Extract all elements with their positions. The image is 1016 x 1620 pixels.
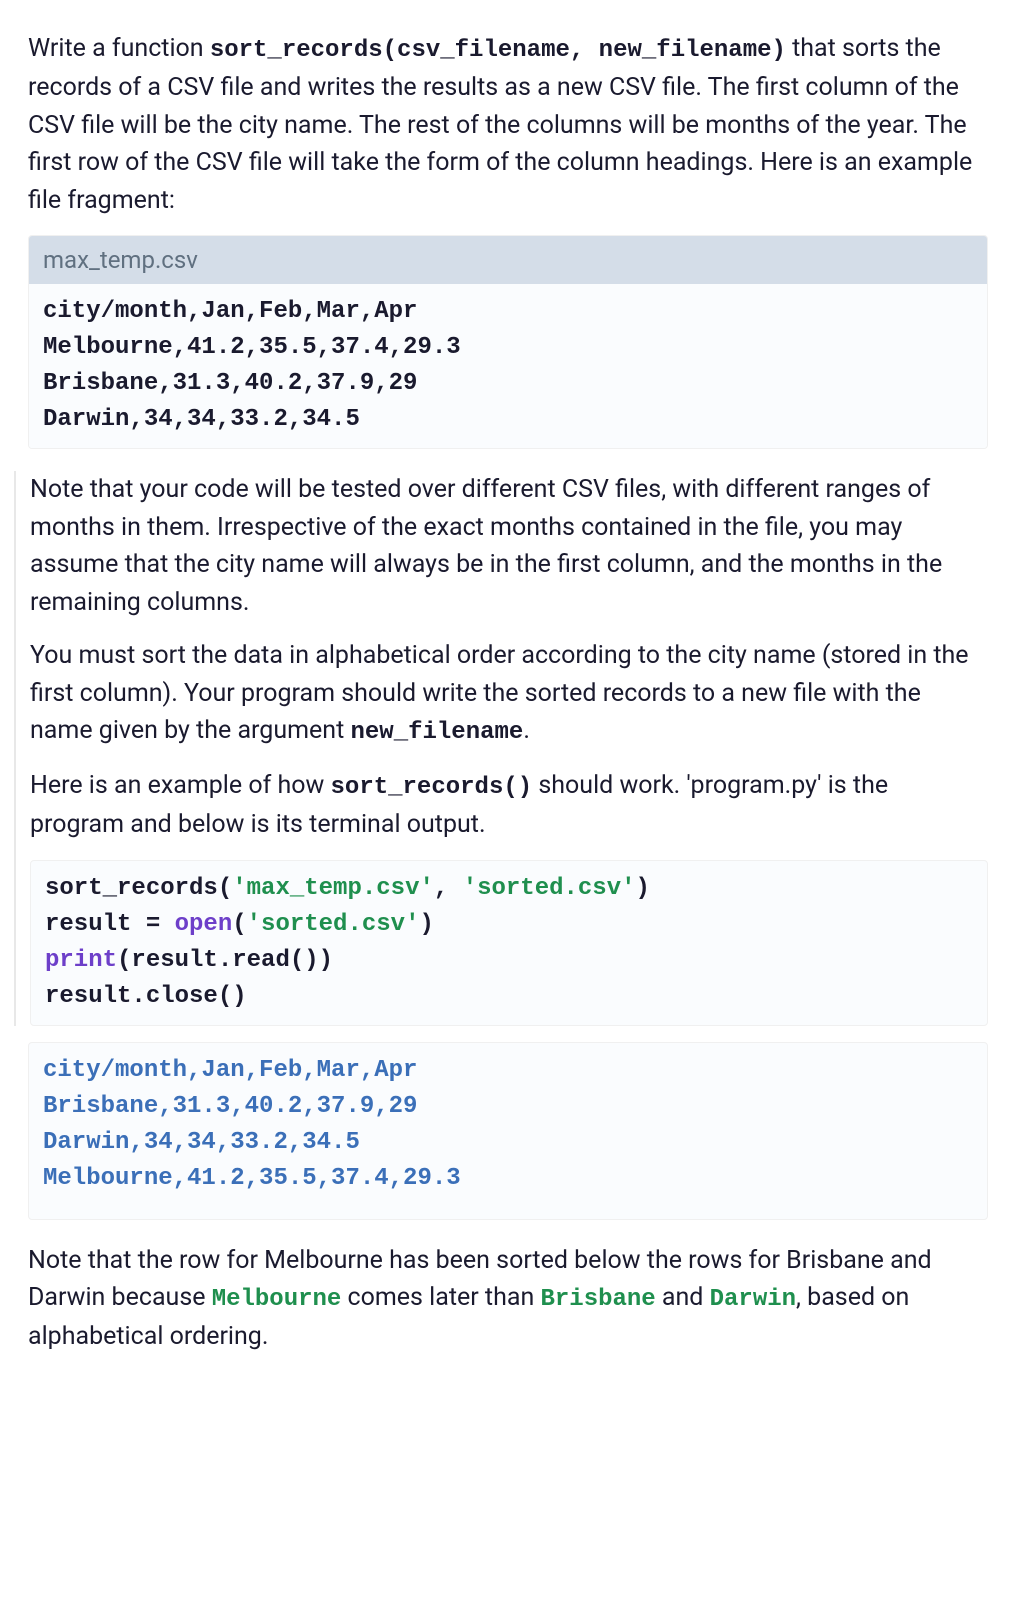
example-csv-filename: max_temp.csv <box>29 236 987 284</box>
code-line1-pre: sort_records( <box>45 875 232 902</box>
code-line2-pre: result = <box>45 911 175 938</box>
code-line1-arg1: 'max_temp.csv' <box>232 875 434 902</box>
city-darwin: Darwin <box>710 1286 796 1313</box>
conclusion-mid1: comes later than <box>341 1283 540 1312</box>
terminal-output-block: city/month,Jan,Feb,Mar,Apr Brisbane,31.3… <box>28 1042 988 1220</box>
intro-paragraph: Write a function sort_records(csv_filena… <box>28 30 988 219</box>
city-melbourne: Melbourne <box>212 1286 342 1313</box>
sort-text-post: . <box>523 716 530 745</box>
city-brisbane: Brisbane <box>540 1286 655 1313</box>
note-paragraph: Note that your code will be tested over … <box>30 471 988 621</box>
code-line2-arg: 'sorted.csv' <box>247 911 420 938</box>
code-line1-mid: , <box>434 875 463 902</box>
code-line4: result.close() <box>45 983 247 1010</box>
conclusion-mid2: and <box>656 1283 710 1312</box>
function-signature: sort_records(csv_filename, new_filename) <box>210 37 786 64</box>
code-line2-open: ( <box>232 911 246 938</box>
example-intro-paragraph: Here is an example of how sort_records()… <box>30 767 988 844</box>
code-line3-post: (result.read()) <box>117 947 333 974</box>
code-line2-fn: open <box>175 911 233 938</box>
code-line1-arg2: 'sorted.csv' <box>463 875 636 902</box>
example-intro-pre: Here is an example of how <box>30 771 331 800</box>
intro-text-pre: Write a function <box>28 34 210 63</box>
code-line3-fn: print <box>45 947 117 974</box>
conclusion-paragraph: Note that the row for Melbourne has been… <box>28 1242 988 1356</box>
example-csv-file-block: max_temp.csv city/month,Jan,Feb,Mar,Apr … <box>28 235 988 449</box>
sort-records-fn-name: sort_records() <box>331 774 533 801</box>
sort-instruction-paragraph: You must sort the data in alphabetical o… <box>30 637 988 751</box>
indented-explanation-section: Note that your code will be tested over … <box>14 471 988 1026</box>
code-line2-close: ) <box>419 911 433 938</box>
example-csv-content: city/month,Jan,Feb,Mar,Apr Melbourne,41.… <box>29 284 987 448</box>
code-line1-post: ) <box>636 875 650 902</box>
new-filename-arg: new_filename <box>350 719 523 746</box>
code-example-block: sort_records('max_temp.csv', 'sorted.csv… <box>30 860 988 1026</box>
